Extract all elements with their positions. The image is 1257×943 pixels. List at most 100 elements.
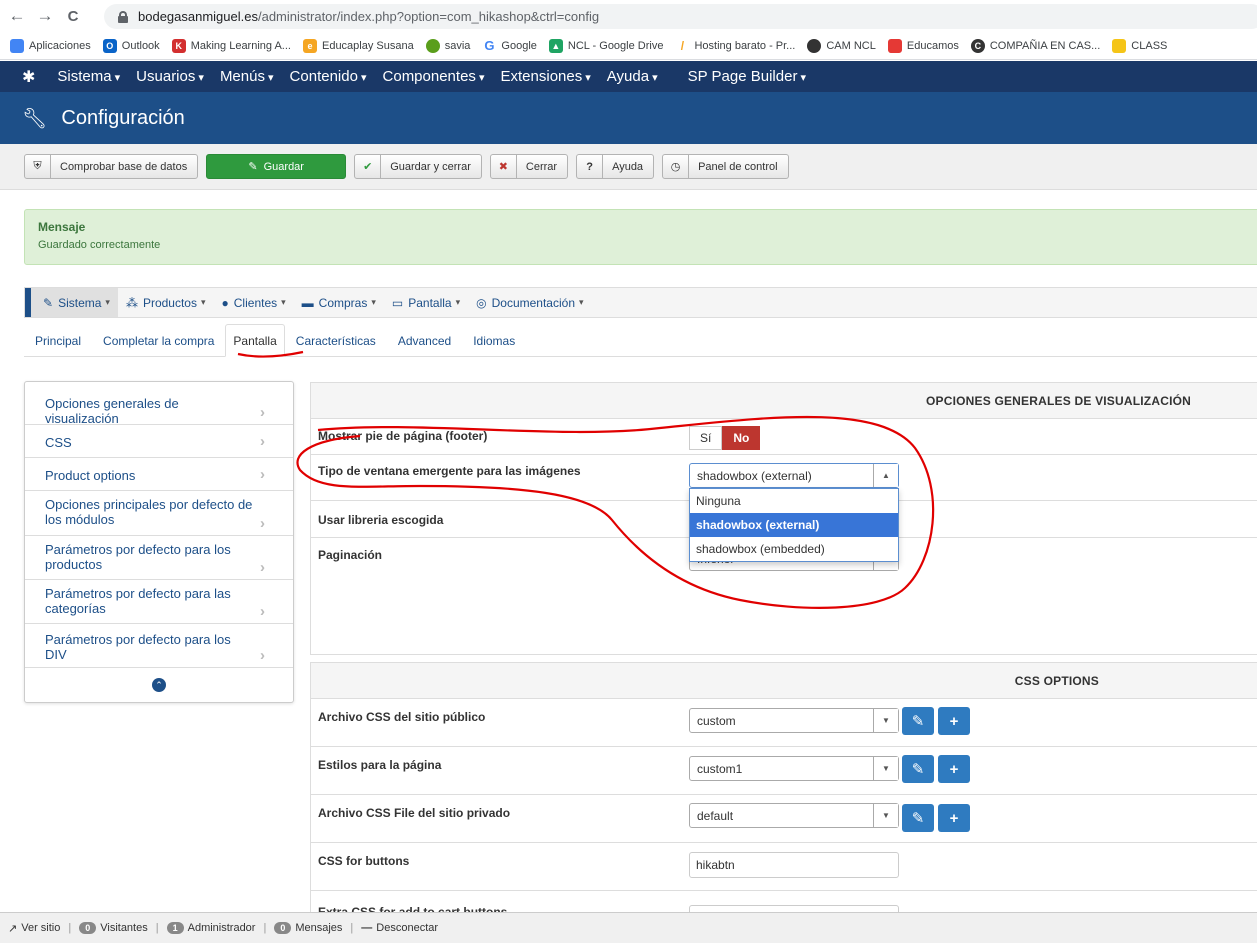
hika-menu-pantalla[interactable]: ▭ Pantalla — [384, 288, 468, 317]
edit-private-css-button[interactable]: ✎ — [902, 804, 934, 832]
sidebar-item-product-options[interactable]: Product options › — [25, 458, 293, 491]
admin-menu-contenido[interactable]: Contenido — [290, 68, 367, 85]
popup-option-embedded[interactable]: shadowbox (embedded) — [690, 537, 898, 561]
message-title: Mensaje — [38, 220, 86, 234]
minus-icon: — — [361, 922, 373, 934]
tab-caracteristicas[interactable]: Características — [285, 323, 387, 356]
messages-link[interactable]: 0 Mensajes — [274, 922, 342, 934]
edit-page-styles-button[interactable]: ✎ — [902, 755, 934, 783]
popup-select[interactable]: shadowbox (external) ▲ — [689, 463, 899, 488]
admin-menu-ayuda[interactable]: Ayuda — [607, 68, 658, 85]
outlook-icon: O — [102, 38, 117, 53]
admin-count-badge: 1 — [166, 922, 184, 934]
footer-no-button[interactable]: No — [722, 426, 761, 450]
sidebar-collapse[interactable]: ⌃ — [25, 668, 293, 702]
sidebar-item-general-display[interactable]: Opciones generales de visualización › — [25, 382, 293, 426]
hika-menu-compras[interactable]: ▬ Compras — [294, 288, 384, 317]
visitors-link[interactable]: 0 Visitantes — [79, 922, 148, 934]
footer-toggle: Sí No — [689, 426, 761, 450]
reload-icon[interactable]: C — [62, 5, 84, 27]
tab-completar-la-compra[interactable]: Completar la compra — [92, 323, 225, 356]
select-value: custom1 — [697, 761, 743, 776]
save-button[interactable]: ✎ Guardar — [206, 154, 347, 179]
cubes-icon: ⁂ — [125, 295, 138, 310]
view-site-link[interactable]: ↗ Ver sitio — [8, 922, 60, 935]
bookmark-label: Educamos — [906, 39, 959, 52]
public-css-select[interactable]: custom ▼ — [689, 708, 899, 733]
forward-icon[interactable]: → — [34, 5, 56, 27]
bookmark-outlook[interactable]: O Outlook — [102, 38, 160, 53]
bookmark-class[interactable]: CLASS — [1112, 38, 1167, 53]
hika-menu-sistema[interactable]: ✎ Sistema — [25, 288, 118, 317]
tab-pantalla[interactable]: Pantalla — [225, 324, 285, 357]
admin-menu-extensiones[interactable]: Extensiones — [501, 68, 591, 85]
close-button[interactable]: ✖ Cerrar — [489, 154, 569, 179]
sidebar-item-product-defaults[interactable]: Parámetros por defecto para los producto… — [25, 536, 293, 580]
monitor-icon: ▭ — [391, 295, 404, 310]
save-and-close-button[interactable]: ✔ Guardar y cerrar — [354, 154, 482, 179]
footer-label: Desconectar — [376, 922, 439, 934]
logout-link[interactable]: — Desconectar — [361, 922, 438, 934]
bookmark-drive[interactable]: ▲ NCL - Google Drive — [548, 38, 663, 53]
wrench-icon: 🔧︎ — [22, 107, 48, 130]
life-ring-icon: ◎ — [476, 295, 487, 310]
bookmark-apps[interactable]: Aplicaciones — [10, 38, 91, 53]
sidebar-item-module-defaults[interactable]: Opciones principales por defecto de los … — [25, 491, 293, 536]
sidebar-item-css[interactable]: CSS › — [25, 425, 293, 458]
add-public-css-button[interactable]: + — [938, 707, 970, 735]
bookmark-savia[interactable]: savia — [425, 38, 470, 53]
dashboard-icon: ◷ — [663, 155, 690, 178]
status-footer: ↗ Ver sitio | 0 Visitantes | 1 Administrado… — [0, 912, 1257, 943]
bookmark-compania[interactable]: C COMPAÑIA EN CAS... — [970, 38, 1100, 53]
tab-idiomas[interactable]: Idiomas — [462, 323, 526, 356]
footer-label: Mostrar pie de página (footer) — [318, 429, 488, 443]
admin-link[interactable]: 1 Administrador — [166, 922, 256, 934]
menu-label: Pantalla — [408, 295, 452, 310]
chevron-right-icon: › — [260, 515, 265, 532]
popup-option-ninguna[interactable]: Ninguna — [690, 489, 898, 513]
sidebar-item-category-defaults[interactable]: Parámetros por defecto para las categorí… — [25, 580, 293, 624]
sidebar-item-div-defaults[interactable]: Parámetros por defecto para los DIV › — [25, 624, 293, 668]
control-panel-button[interactable]: ◷ Panel de control — [662, 154, 789, 179]
back-icon[interactable]: ← — [6, 5, 28, 27]
buttons-css-label: CSS for buttons — [318, 854, 410, 868]
add-private-css-button[interactable]: + — [938, 804, 970, 832]
question-icon: ? — [577, 155, 604, 178]
private-css-select[interactable]: default ▼ — [689, 803, 899, 828]
bookmark-educaplay[interactable]: e Educaplay Susana — [302, 38, 414, 53]
edit-public-css-button[interactable]: ✎ — [902, 707, 934, 735]
admin-menu-componentes[interactable]: Componentes — [383, 68, 485, 85]
external-link-icon: ↗ — [8, 922, 18, 935]
buttons-css-input[interactable]: hikabtn — [689, 852, 899, 878]
admin-menu-sistema[interactable]: Sistema — [57, 68, 120, 85]
hika-menu-productos[interactable]: ⁂ Productos — [118, 288, 214, 317]
bookmark-label: Hosting barato - Pr... — [694, 39, 796, 52]
page-styles-select[interactable]: custom1 ▼ — [689, 756, 899, 781]
admin-menu-sp-page-builder[interactable]: SP Page Builder — [688, 68, 806, 85]
bookmarks-bar: Aplicaciones O Outlook K Making Learning A… — [0, 32, 1257, 60]
footer-yes-button[interactable]: Sí — [689, 426, 723, 450]
url-input[interactable]: bodegasanmiguel.es/administrator/index.p… — [104, 4, 1257, 29]
chevron-right-icon: › — [260, 603, 265, 620]
popup-option-external[interactable]: shadowbox (external) — [690, 513, 898, 537]
tab-principal[interactable]: Principal — [24, 323, 92, 356]
button-label: Guardar y cerrar — [390, 160, 471, 173]
bookmark-cam-ncl[interactable]: CAM NCL — [807, 38, 876, 53]
add-page-styles-button[interactable]: + — [938, 755, 970, 783]
bookmark-making-learning[interactable]: K Making Learning A... — [171, 38, 291, 53]
bookmark-hosting[interactable]: / Hosting barato - Pr... — [675, 38, 796, 53]
user-icon: ● — [221, 295, 229, 310]
bookmark-educamos[interactable]: Educamos — [887, 38, 959, 53]
check-database-button[interactable]: ⛨ Comprobar base de datos — [24, 154, 199, 179]
admin-menu-menus[interactable]: Menús — [220, 68, 274, 85]
tab-advanced[interactable]: Advanced — [387, 323, 462, 356]
library-label: Usar libreria escogida — [318, 513, 444, 527]
bookmark-google[interactable]: G Google — [482, 38, 537, 53]
hika-menu-documentacion[interactable]: ◎ Documentación — [468, 288, 591, 317]
help-button[interactable]: ? Ayuda — [576, 154, 655, 179]
joomla-logo-icon[interactable]: ✱ — [22, 67, 35, 87]
kahoot-icon: K — [171, 38, 186, 53]
footer-label: Administrador — [187, 922, 256, 934]
hika-menu-clientes[interactable]: ● Clientes — [214, 288, 294, 317]
admin-menu-usuarios[interactable]: Usuarios — [136, 68, 204, 85]
